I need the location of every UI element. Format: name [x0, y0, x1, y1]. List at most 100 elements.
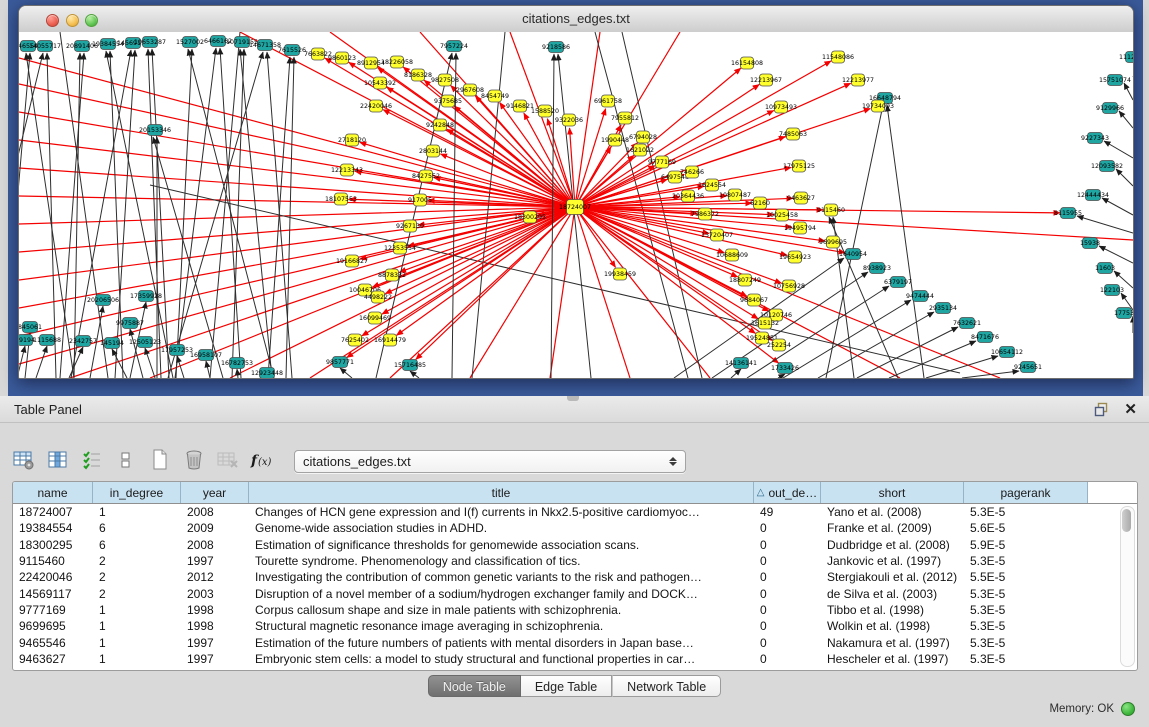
show-columns-button[interactable] [46, 449, 70, 473]
tab-network-table[interactable]: Network Table [612, 675, 721, 697]
table-row[interactable]: 1938455462009Genome-wide association stu… [13, 520, 1121, 536]
table-cell[interactable]: 5.3E-5 [964, 505, 1088, 519]
graph-node[interactable]: 12213977 [842, 74, 874, 86]
graph-node[interactable]: 15720407 [701, 229, 733, 241]
column-header-year[interactable]: year [181, 482, 249, 503]
graph-node[interactable]: 15751074 [1099, 75, 1131, 86]
table-cell[interactable]: 5.3E-5 [964, 636, 1088, 650]
table-cell[interactable]: 5.3E-5 [964, 652, 1088, 666]
graph-node[interactable]: 16154808 [731, 57, 763, 69]
table-cell[interactable]: 22420046 [13, 570, 93, 584]
graph-node[interactable]: 8454749 [481, 90, 509, 102]
graph-node[interactable]: 7957224 [440, 41, 468, 52]
graph-node[interactable]: 2342757 [69, 336, 97, 347]
graph-node[interactable]: 11603 [1095, 263, 1115, 274]
table-cell[interactable]: Dudbridge et al. (2008) [821, 538, 964, 552]
graph-node[interactable]: 7625402 [341, 334, 369, 346]
tab-node-table[interactable]: Node Table [428, 675, 521, 697]
table-cell[interactable]: 1998 [181, 603, 249, 617]
graph-node[interactable]: 10688609 [716, 249, 748, 261]
table-cell[interactable]: 9465546 [13, 636, 93, 650]
table-cell[interactable]: 0 [754, 619, 821, 633]
table-cell[interactable]: 2 [93, 570, 181, 584]
scrollbar-thumb[interactable] [1122, 509, 1131, 532]
network-graph[interactable]: 1872400718300295946554614055717208914061… [19, 32, 1133, 378]
graph-node[interactable]: 17753 [1114, 308, 1133, 319]
table-cell[interactable]: 14569117 [13, 587, 93, 601]
select-attributes-button[interactable] [80, 449, 104, 473]
graph-node[interactable]: 15938 [1080, 238, 1100, 249]
table-cell[interactable]: de Silva et al. (2003) [821, 587, 964, 601]
table-cell[interactable]: Disruption of a novel member of a sodium… [249, 587, 754, 601]
tab-edge-table[interactable]: Edge Table [521, 675, 612, 697]
graph-node[interactable]: 20206506 [87, 295, 119, 306]
table-cell[interactable]: 1997 [181, 554, 249, 568]
graph-node[interactable]: 18226058 [381, 56, 413, 68]
table-cell[interactable]: Investigating the contribution of common… [249, 570, 754, 584]
table-row[interactable]: 969969511998Structural magnetic resonanc… [13, 618, 1121, 634]
table-cell[interactable]: 0 [754, 603, 821, 617]
column-header-short[interactable]: short [821, 482, 964, 503]
graph-node[interactable]: 9857771 [326, 357, 354, 368]
column-header-name[interactable]: name [13, 482, 93, 503]
graph-node[interactable]: 19166827 [336, 255, 368, 267]
graph-node[interactable]: 15716485 [394, 360, 426, 371]
function-builder-button[interactable]: f(x) [250, 449, 274, 473]
graph-node[interactable]: 7955812 [611, 112, 639, 124]
graph-node[interactable]: 14671358 [249, 40, 281, 51]
graph-node[interactable]: 1112345 [1119, 52, 1133, 63]
window-close-button[interactable] [46, 14, 59, 27]
graph-node[interactable]: 9827508 [431, 74, 459, 86]
table-cell[interactable]: 5.3E-5 [964, 603, 1088, 617]
graph-node[interactable]: 145194 [100, 338, 124, 349]
graph-node[interactable]: 9227343 [1081, 133, 1109, 144]
graph-node[interactable]: 9218586 [542, 42, 570, 53]
table-cell[interactable]: 18724007 [13, 505, 93, 519]
table-cell[interactable]: Stergiakouli et al. (2012) [821, 570, 964, 584]
table-selector-dropdown[interactable]: citations_edges.txt [294, 450, 686, 473]
table-row[interactable]: 1872400712008Changes of HCN gene express… [13, 504, 1121, 520]
table-cell[interactable]: 5.9E-5 [964, 538, 1088, 552]
graph-node[interactable]: 9375685 [434, 95, 462, 107]
table-cell[interactable]: Genome-wide association studies in ADHD. [249, 521, 754, 535]
table-cell[interactable]: Tourette syndrome. Phenomenology and cla… [249, 554, 754, 568]
graph-node[interactable]: 16782753 [221, 358, 253, 369]
table-cell[interactable]: 0 [754, 521, 821, 535]
graph-node[interactable]: 19495794 [784, 222, 816, 234]
table-cell[interactable]: Estimation of the future numbers of pati… [249, 636, 754, 650]
graph-node[interactable]: 9146821 [506, 100, 534, 112]
table-cell[interactable]: 0 [754, 554, 821, 568]
graph-node[interactable]: 12505123 [129, 337, 161, 348]
graph-node[interactable]: 17359928 [130, 291, 162, 302]
table-cell[interactable]: 19384554 [13, 521, 93, 535]
close-panel-icon[interactable]: ✕ [1124, 402, 1137, 417]
table-cell[interactable]: 1 [93, 603, 181, 617]
graph-node[interactable]: 10973493 [765, 101, 797, 113]
table-cell[interactable]: 1 [93, 636, 181, 650]
table-cell[interactable]: Nakamura et al. (1997) [821, 636, 964, 650]
table-cell[interactable]: 2003 [181, 587, 249, 601]
table-cell[interactable]: Structural magnetic resonance image aver… [249, 619, 754, 633]
table-cell[interactable]: 0 [754, 587, 821, 601]
table-cell[interactable]: 2 [93, 554, 181, 568]
graph-node[interactable]: 12444434 [1077, 190, 1109, 201]
table-cell[interactable]: 9463627 [13, 652, 93, 666]
graph-node[interactable]: 9115460 [817, 204, 845, 216]
table-cell[interactable]: 0 [754, 636, 821, 650]
graph-node[interactable]: 10543392 [364, 77, 396, 89]
graph-node[interactable]: 22420046 [360, 100, 392, 112]
column-header-out_de[interactable]: △out_de… [754, 482, 821, 503]
graph-node[interactable]: 9245651 [1014, 362, 1042, 373]
table-cell[interactable]: 1997 [181, 636, 249, 650]
graph-node[interactable]: 12093582 [1091, 161, 1123, 172]
graph-node[interactable]: 1733426 [771, 363, 799, 374]
graph-node[interactable]: 10653287 [134, 37, 166, 48]
table-row[interactable]: 1456911722003Disruption of a novel membe… [13, 585, 1121, 601]
graph-node[interactable]: 9322036 [555, 114, 583, 126]
table-cell[interactable]: 0 [754, 570, 821, 584]
network-window[interactable]: citations_edges.txt 18724007183002959465… [18, 5, 1134, 379]
graph-node[interactable]: 17975125 [783, 160, 815, 172]
graph-node[interactable]: 8938923 [863, 263, 891, 274]
table-cell[interactable]: Changes of HCN gene expression and I(f) … [249, 505, 754, 519]
table-settings-button[interactable] [12, 449, 36, 473]
